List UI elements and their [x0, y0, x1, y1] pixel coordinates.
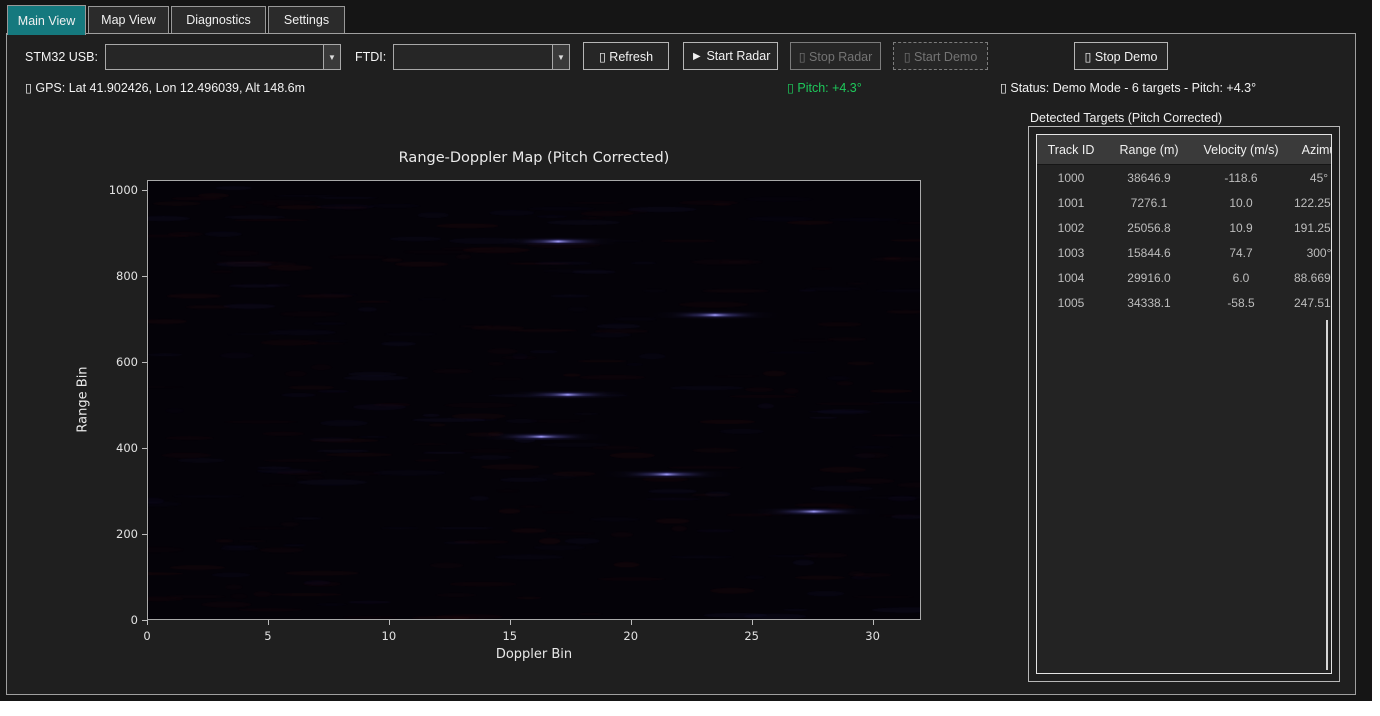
table-cell: 1001: [1037, 196, 1105, 210]
table-cell: 25056.8: [1105, 221, 1193, 235]
x-tick-label: 5: [248, 629, 288, 643]
table-cell: 6.0: [1193, 271, 1289, 285]
x-tick-mark: [510, 620, 511, 625]
y-tick-mark: [142, 190, 147, 191]
y-tick-mark: [142, 276, 147, 277]
table-row[interactable]: 100315844.674.7300°: [1037, 240, 1331, 265]
app-window: Main ViewMap ViewDiagnosticsSettings STM…: [0, 0, 1372, 701]
table-cell: 45°: [1289, 171, 1332, 185]
targets-table-header: Track IDRange (m)Velocity (m/s)Azimu: [1037, 135, 1331, 165]
ftdi-combobox[interactable]: ▼: [393, 44, 570, 70]
demo-status-text: ▯ Status: Demo Mode - 6 targets - Pitch:…: [1000, 80, 1256, 95]
table-cell: 88.66998: [1289, 271, 1332, 285]
table-cell: 15844.6: [1105, 246, 1193, 260]
table-cell: 74.7: [1193, 246, 1289, 260]
x-tick-label: 20: [611, 629, 651, 643]
targets-panel-title: Detected Targets (Pitch Corrected): [1030, 111, 1222, 125]
y-tick-mark: [142, 448, 147, 449]
targets-table[interactable]: Track IDRange (m)Velocity (m/s)Azimu 100…: [1036, 134, 1332, 674]
targets-table-scrollbar[interactable]: [1326, 320, 1328, 670]
y-tick-label: 600: [92, 355, 138, 369]
column-header[interactable]: Velocity (m/s): [1193, 143, 1289, 157]
range-doppler-heatmap[interactable]: [147, 180, 921, 620]
chart-title: Range-Doppler Map (Pitch Corrected): [284, 150, 784, 166]
table-cell: 34338.1: [1105, 296, 1193, 310]
table-row[interactable]: 10017276.110.0122.2510: [1037, 190, 1331, 215]
table-cell: 38646.9: [1105, 171, 1193, 185]
y-tick-label: 800: [92, 269, 138, 283]
gps-status-text: ▯ GPS: Lat 41.902426, Lon 12.496039, Alt…: [25, 80, 305, 95]
tab-diagnostics[interactable]: Diagnostics: [171, 6, 266, 34]
x-tick-mark: [147, 620, 148, 625]
table-cell: 10.0: [1193, 196, 1289, 210]
table-cell: 247.5104: [1289, 296, 1332, 310]
x-tick-label: 25: [732, 629, 772, 643]
x-tick-mark: [268, 620, 269, 625]
tab-map-view[interactable]: Map View: [88, 6, 169, 34]
pitch-status-text: ▯ Pitch: +4.3°: [787, 80, 862, 95]
ftdi-label: FTDI:: [355, 50, 386, 64]
table-cell: 1003: [1037, 246, 1105, 260]
y-tick-label: 1000: [92, 183, 138, 197]
x-axis-label: Doppler Bin: [434, 647, 634, 662]
table-cell: -118.6: [1193, 171, 1289, 185]
stop-radar-button[interactable]: ▯ Stop Radar: [790, 42, 881, 70]
start-radar-button[interactable]: ► Start Radar: [683, 42, 778, 70]
y-tick-mark: [142, 534, 147, 535]
x-tick-label: 10: [369, 629, 409, 643]
table-cell: 191.2552: [1289, 221, 1332, 235]
y-tick-label: 200: [92, 527, 138, 541]
x-tick-label: 0: [127, 629, 167, 643]
refresh-button[interactable]: ▯ Refresh: [583, 42, 669, 70]
x-tick-mark: [752, 620, 753, 625]
chevron-down-icon[interactable]: ▼: [323, 45, 340, 69]
table-cell: 1004: [1037, 271, 1105, 285]
x-tick-mark: [389, 620, 390, 625]
stop-demo-button[interactable]: ▯ Stop Demo: [1074, 42, 1168, 70]
column-header[interactable]: Track ID: [1037, 143, 1105, 157]
table-cell: 10.9: [1193, 221, 1289, 235]
stm32-usb-label: STM32 USB:: [25, 50, 98, 64]
tab-main-view[interactable]: Main View: [7, 5, 86, 35]
column-header[interactable]: Range (m): [1105, 143, 1193, 157]
table-row[interactable]: 100038646.9-118.645°: [1037, 165, 1331, 190]
table-cell: -58.5: [1193, 296, 1289, 310]
chevron-down-icon[interactable]: ▼: [552, 45, 569, 69]
x-tick-mark: [873, 620, 874, 625]
y-axis-label: Range Bin: [76, 345, 91, 455]
ftdi-combobox-value: [394, 45, 552, 69]
table-cell: 7276.1: [1105, 196, 1193, 210]
table-cell: 1002: [1037, 221, 1105, 235]
y-tick-mark: [142, 620, 147, 621]
y-tick-label: 400: [92, 441, 138, 455]
x-tick-label: 30: [853, 629, 893, 643]
y-tick-mark: [142, 362, 147, 363]
table-cell: 122.2510: [1289, 196, 1332, 210]
column-header[interactable]: Azimu: [1289, 143, 1332, 157]
targets-table-body: 100038646.9-118.645°10017276.110.0122.25…: [1037, 165, 1331, 315]
table-row[interactable]: 100225056.810.9191.2552: [1037, 215, 1331, 240]
table-cell: 1005: [1037, 296, 1105, 310]
x-tick-label: 15: [490, 629, 530, 643]
table-cell: 300°: [1289, 246, 1332, 260]
stm32-usb-combobox[interactable]: ▼: [105, 44, 341, 70]
y-tick-label: 0: [92, 613, 138, 627]
table-row[interactable]: 100429916.06.088.66998: [1037, 265, 1331, 290]
table-cell: 1000: [1037, 171, 1105, 185]
table-cell: 29916.0: [1105, 271, 1193, 285]
stm32-usb-combobox-value: [106, 45, 323, 69]
x-tick-mark: [631, 620, 632, 625]
tab-settings[interactable]: Settings: [268, 6, 345, 34]
table-row[interactable]: 100534338.1-58.5247.5104: [1037, 290, 1331, 315]
start-demo-button[interactable]: ▯ Start Demo: [893, 42, 988, 70]
